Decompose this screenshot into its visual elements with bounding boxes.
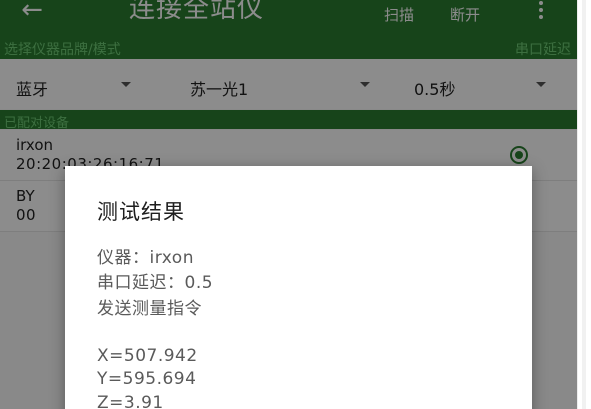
dialog-title: 测试结果 — [97, 200, 185, 224]
scrollbar-thumb[interactable] — [582, 0, 586, 409]
command-line: 发送测量指令 — [97, 299, 202, 319]
serial-delay-line: 串口延迟：0.5 — [97, 273, 214, 293]
y-value: Y=595.694 — [97, 369, 197, 389]
test-result-dialog: 测试结果 仪器：irxon 串口延迟：0.5 发送测量指令 X=507.942 … — [65, 166, 532, 409]
app-window: ← 连接全站仪 扫描 断开 选择仪器品牌/模式 串口延迟 蓝牙 苏一光1 0.5… — [0, 0, 577, 409]
scrollbar-track[interactable] — [577, 0, 591, 409]
instrument-line: 仪器：irxon — [97, 248, 194, 268]
z-value: Z=3.91 — [97, 393, 164, 409]
x-value: X=507.942 — [97, 346, 198, 366]
